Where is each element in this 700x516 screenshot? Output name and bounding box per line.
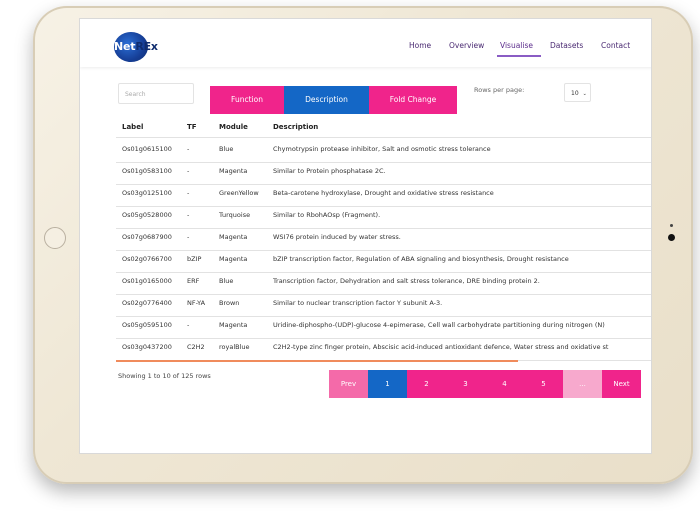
col-header-description[interactable]: Description xyxy=(273,123,318,131)
pagination-next[interactable]: Next xyxy=(602,370,641,398)
sensor-icon xyxy=(670,224,673,227)
col-header-tf[interactable]: TF xyxy=(187,123,197,131)
cell-tf: bZIP xyxy=(187,255,202,263)
nav-home[interactable]: Home xyxy=(409,41,431,50)
row-divider xyxy=(116,184,651,185)
nav-active-underline xyxy=(497,55,541,57)
home-button[interactable] xyxy=(44,227,66,249)
row-divider xyxy=(116,250,651,251)
cell-module: Brown xyxy=(219,299,240,307)
rows-per-page-select[interactable]: 10 ⌄ xyxy=(564,83,591,102)
cell-tf: NF-YA xyxy=(187,299,206,307)
cell-module: Magenta xyxy=(219,233,248,241)
cell-module: Blue xyxy=(219,277,234,285)
cell-label: Os02g0766700 xyxy=(122,255,172,263)
cell-module: Blue xyxy=(219,145,234,153)
logo-main: Net xyxy=(114,40,136,53)
row-divider xyxy=(116,228,651,229)
nav-contact[interactable]: Contact xyxy=(601,41,630,50)
cell-label: Os03g0125100 xyxy=(122,189,172,197)
cell-module: Magenta xyxy=(219,255,248,263)
logo-accent: REx xyxy=(135,40,158,53)
cell-tf: - xyxy=(187,167,190,175)
cell-tf: - xyxy=(187,233,190,241)
cell-module: GreenYellow xyxy=(219,189,259,197)
rows-summary: Showing 1 to 10 of 125 rows xyxy=(118,372,211,380)
cell-tf: - xyxy=(187,211,190,219)
scroll-indicator[interactable] xyxy=(116,360,518,362)
col-header-label[interactable]: Label xyxy=(122,123,143,131)
tab-fold-change[interactable]: Fold Change xyxy=(369,86,457,114)
pagination-page-4[interactable]: 4 xyxy=(485,370,524,398)
cell-label: Os02g0776400 xyxy=(122,299,172,307)
rows-per-page-label: Rows per page: xyxy=(474,86,525,94)
search-input[interactable]: Search xyxy=(118,83,194,104)
nav-visualise[interactable]: Visualise xyxy=(500,41,533,50)
col-header-module[interactable]: Module xyxy=(219,123,248,131)
cell-description: Uridine-diphospho-(UDP)-glucose 4-epimer… xyxy=(273,321,605,329)
cell-description: Beta-carotene hydroxylase, Drought and o… xyxy=(273,189,494,197)
cell-module: Magenta xyxy=(219,321,248,329)
cell-tf: - xyxy=(187,189,190,197)
header-divider xyxy=(116,137,651,138)
cell-label: Os01g0615100 xyxy=(122,145,172,153)
pagination-page-2[interactable]: 2 xyxy=(407,370,446,398)
camera-icon xyxy=(668,234,675,241)
row-divider xyxy=(116,316,651,317)
cell-module: royalBlue xyxy=(219,343,250,351)
pagination-prev[interactable]: Prev xyxy=(329,370,368,398)
pagination-page-5[interactable]: 5 xyxy=(524,370,563,398)
cell-description: Similar to Protein phosphatase 2C. xyxy=(273,167,386,175)
row-divider xyxy=(116,338,651,339)
cell-module: Turquoise xyxy=(219,211,251,219)
cell-description: C2H2-type zinc finger protein, Abscisic … xyxy=(273,343,609,351)
pagination-page-3[interactable]: 3 xyxy=(446,370,485,398)
cell-label: Os03g0437200 xyxy=(122,343,172,351)
pagination-page-1[interactable]: 1 xyxy=(368,370,407,398)
cell-description: bZIP transcription factor, Regulation of… xyxy=(273,255,569,263)
cell-tf: - xyxy=(187,145,190,153)
chevron-down-icon: ⌄ xyxy=(582,91,587,97)
row-divider xyxy=(116,162,651,163)
cell-tf: ERF xyxy=(187,277,200,285)
cell-label: Os07g0687900 xyxy=(122,233,172,241)
cell-label: Os05g0528000 xyxy=(122,211,172,219)
cell-label: Os01g0165000 xyxy=(122,277,172,285)
tab-description[interactable]: Description xyxy=(284,86,369,114)
tab-function[interactable]: Function xyxy=(210,86,284,114)
cell-tf: - xyxy=(187,321,190,329)
nav-overview[interactable]: Overview xyxy=(449,41,484,50)
row-divider xyxy=(116,272,651,273)
cell-label: Os01g0583100 xyxy=(122,167,172,175)
cell-tf: C2H2 xyxy=(187,343,205,351)
screen: NetREx Home Overview Visualise Datasets … xyxy=(79,18,652,454)
logo-text[interactable]: NetREx xyxy=(114,40,158,53)
cell-description: Transcription factor, Dehydration and sa… xyxy=(273,277,540,285)
row-divider xyxy=(116,206,651,207)
cell-description: Chymotrypsin protease inhibitor, Salt an… xyxy=(273,145,491,153)
cell-description: WSI76 protein induced by water stress. xyxy=(273,233,401,241)
rows-per-page-value: 10 xyxy=(571,90,579,97)
cell-module: Magenta xyxy=(219,167,248,175)
cell-description: Similar to nuclear transcription factor … xyxy=(273,299,443,307)
row-divider xyxy=(116,294,651,295)
navbar: NetREx Home Overview Visualise Datasets … xyxy=(80,19,651,67)
nav-datasets[interactable]: Datasets xyxy=(550,41,583,50)
pagination-ellipsis: ... xyxy=(563,370,602,398)
cell-description: Similar to RbohAOsp (Fragment). xyxy=(273,211,381,219)
cell-label: Os05g0595100 xyxy=(122,321,172,329)
